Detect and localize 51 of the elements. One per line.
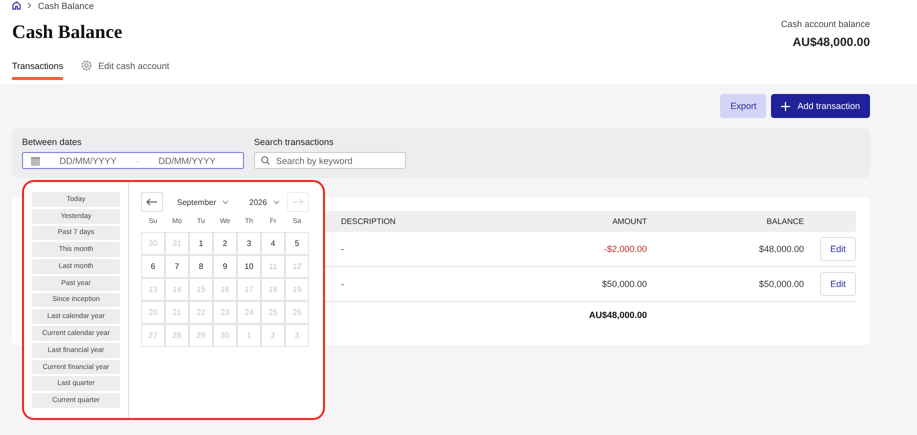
chevron-right-icon xyxy=(27,2,32,9)
amount-cell: -$2,000.00 xyxy=(604,244,647,254)
edit-button[interactable]: Edit xyxy=(820,237,856,261)
calendar-day[interactable]: 10 xyxy=(237,255,261,278)
table-cell: - xyxy=(341,244,344,254)
edit-button[interactable]: Edit xyxy=(820,272,856,296)
field-label: Between dates xyxy=(22,137,83,147)
field-label: Search transactions xyxy=(254,137,335,147)
calendar-day[interactable]: 8 xyxy=(189,255,213,278)
export-button[interactable]: Export xyxy=(720,94,766,118)
table-cell: $48,000.00 xyxy=(758,244,804,254)
amount-cell: $50,000.00 xyxy=(602,279,647,289)
settings-icon xyxy=(81,60,92,71)
breadcrumb-current: Cash Balance xyxy=(38,0,94,10)
calendar-day[interactable]: 5 xyxy=(285,232,309,255)
search-field[interactable]: Search by keyword xyxy=(254,152,406,169)
chevron-down-icon xyxy=(272,200,280,204)
table-cell: - xyxy=(341,279,344,289)
calendar-day[interactable]: 2 xyxy=(213,232,237,255)
balance-label: Cash account balance xyxy=(780,19,870,29)
date-range-field[interactable]: DD/MM/YYYY - DD/MM/YYYY xyxy=(22,152,244,169)
calendar-day[interactable]: 1 xyxy=(189,232,213,255)
tab[interactable]: Edit cash account xyxy=(81,60,170,80)
column-header: BALANCE xyxy=(766,217,804,226)
previous-month-button[interactable] xyxy=(141,192,163,212)
year-select[interactable]: 2026 xyxy=(249,198,280,206)
page-title: Cash Balance xyxy=(12,22,124,44)
total-amount: AU$48,000.00 xyxy=(588,310,647,320)
column-header: AMOUNT xyxy=(612,217,647,226)
column-header: DESCRIPTION xyxy=(341,217,396,226)
month-select[interactable]: September xyxy=(177,198,230,206)
arrow-right-icon xyxy=(292,198,304,206)
add-transaction-button[interactable]: Add transaction xyxy=(771,94,870,118)
calendar-icon xyxy=(31,156,40,166)
calendar-day[interactable]: 4 xyxy=(261,232,285,255)
calendar-day[interactable]: 6 xyxy=(141,255,165,278)
chevron-down-icon xyxy=(222,200,230,204)
search-icon xyxy=(261,156,270,165)
plus-icon xyxy=(781,102,790,110)
calendar-day[interactable]: 7 xyxy=(165,255,189,278)
date-placeholder: DD/MM/YYYY xyxy=(157,156,216,166)
tab[interactable]: Transactions xyxy=(12,60,64,80)
home-icon[interactable] xyxy=(12,1,21,10)
search-placeholder: Search by keyword xyxy=(276,156,353,166)
arrow-left-icon xyxy=(146,198,158,206)
range-separator: - xyxy=(136,156,139,166)
balance-value: AU$48,000.00 xyxy=(792,35,870,49)
date-placeholder: DD/MM/YYYY xyxy=(58,156,118,166)
calendar-day[interactable]: 9 xyxy=(213,255,237,278)
calendar-day[interactable]: 3 xyxy=(237,232,261,255)
table-cell: $50,000.00 xyxy=(758,279,804,289)
